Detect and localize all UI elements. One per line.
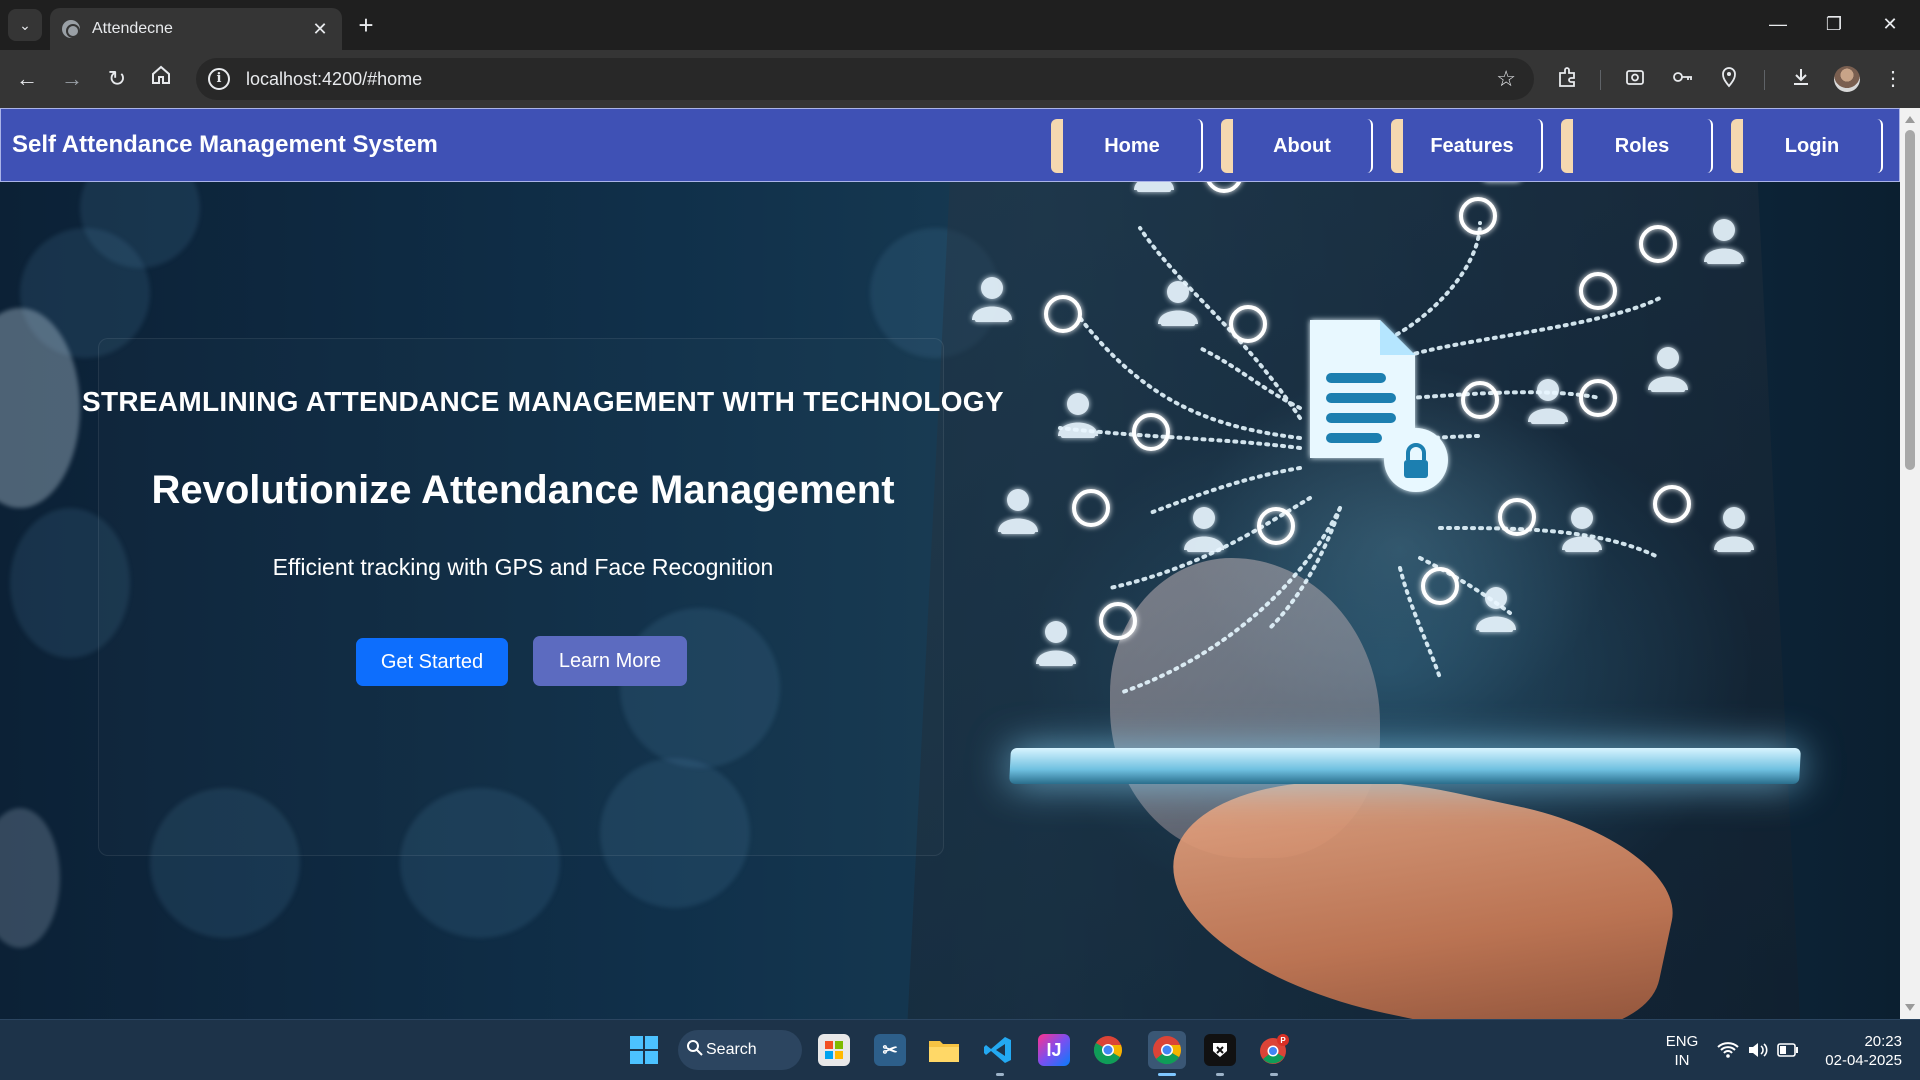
chevron-down-icon: ⌄	[19, 16, 31, 33]
taskbar-search[interactable]: Search	[678, 1030, 802, 1070]
clock-time: 20:23	[1864, 1033, 1902, 1050]
restore-button[interactable]: ❐	[1814, 8, 1854, 40]
scroll-up-arrow-icon[interactable]	[1905, 116, 1915, 123]
tab-close-button[interactable]: ✕	[310, 19, 330, 39]
get-started-button[interactable]: Get Started	[356, 638, 508, 686]
language-indicator[interactable]: ENG IN	[1662, 1032, 1702, 1070]
chrome-icon[interactable]	[1092, 1034, 1124, 1066]
profile-avatar[interactable]	[1834, 66, 1860, 92]
learn-more-button[interactable]: Learn More	[533, 636, 687, 686]
password-key-icon[interactable]	[1670, 66, 1696, 92]
hero-tagline: STREAMLINING ATTENDANCE MANAGEMENT WITH …	[82, 386, 1004, 417]
url-text[interactable]: localhost:4200/#home	[246, 69, 1496, 90]
back-arrow-icon[interactable]: ←	[12, 64, 42, 94]
intellij-icon[interactable]: IJ	[1038, 1034, 1070, 1066]
snipping-tool-icon[interactable]: ✂	[874, 1034, 906, 1066]
hero-subtitle: Efficient tracking with GPS and Face Rec…	[272, 554, 774, 580]
scrollbar-thumb[interactable]	[1905, 130, 1915, 470]
browser-toolbar: ← → ↻ i localhost:4200/#home ☆ ⋮	[0, 50, 1920, 108]
running-indicator	[996, 1073, 1004, 1076]
tab-title: Attendecne	[92, 20, 173, 37]
vscode-icon[interactable]	[982, 1034, 1014, 1066]
chrome-active-icon[interactable]	[1148, 1031, 1186, 1069]
tab-search-button[interactable]: ⌄	[8, 9, 42, 41]
minimize-button[interactable]: —	[1758, 8, 1798, 40]
new-tab-button[interactable]: +	[352, 12, 380, 40]
hero-headline: Revolutionize Attendance Management	[151, 468, 895, 512]
battery-icon[interactable]	[1772, 1034, 1804, 1066]
volume-icon[interactable]	[1742, 1034, 1774, 1066]
windows-taskbar: Search ✂ IJ P ENG IN 20:23 02-04-2025	[0, 1019, 1920, 1080]
running-indicator	[1270, 1073, 1278, 1076]
browser-tab-active[interactable]: Attendecne ✕	[50, 8, 342, 50]
clock[interactable]: 20:23 02-04-2025	[1812, 1032, 1902, 1070]
search-icon	[686, 1039, 704, 1062]
reload-icon[interactable]: ↻	[102, 64, 132, 94]
wifi-icon[interactable]	[1712, 1034, 1744, 1066]
svg-text:P: P	[1280, 1036, 1286, 1045]
window-close-button[interactable]: ✕	[1870, 8, 1910, 40]
location-pin-icon[interactable]	[1716, 66, 1742, 92]
screenshot-icon[interactable]	[1622, 66, 1648, 92]
taskbar-search-label: Search	[706, 1041, 757, 1058]
forward-arrow-icon[interactable]: →	[57, 64, 87, 94]
globe-icon	[62, 20, 80, 38]
bookmark-star-icon[interactable]: ☆	[1496, 66, 1516, 92]
extensions-icon[interactable]	[1554, 66, 1580, 92]
address-bar[interactable]: i localhost:4200/#home ☆	[196, 58, 1534, 100]
windows-start-icon[interactable]	[628, 1034, 660, 1066]
microsoft-store-icon[interactable]	[818, 1034, 850, 1066]
nav-home-link[interactable]: Home	[1051, 119, 1203, 173]
nav-roles-link[interactable]: Roles	[1561, 119, 1713, 173]
clock-date: 02-04-2025	[1825, 1052, 1902, 1069]
document-icon	[1310, 320, 1448, 492]
page-scrollbar[interactable]	[1900, 108, 1920, 1019]
region-code: IN	[1674, 1052, 1690, 1069]
download-icon[interactable]	[1788, 66, 1814, 92]
app-dark-icon[interactable]	[1204, 1034, 1236, 1066]
active-indicator	[1158, 1073, 1176, 1076]
menu-kebab-icon[interactable]: ⋮	[1880, 66, 1906, 92]
page-viewport: Self Attendance Management System Home A…	[0, 108, 1900, 1019]
file-explorer-icon[interactable]	[928, 1034, 960, 1066]
toolbar-divider	[1600, 70, 1601, 90]
site-info-icon[interactable]: i	[208, 68, 230, 90]
nav-about-link[interactable]: About	[1221, 119, 1373, 173]
nav-features-link[interactable]: Features	[1391, 119, 1543, 173]
toolbar-divider	[1764, 70, 1765, 90]
site-brand[interactable]: Self Attendance Management System	[12, 131, 438, 159]
language-code: ENG	[1665, 1033, 1699, 1050]
scroll-down-arrow-icon[interactable]	[1905, 1004, 1915, 1011]
nav-login-link[interactable]: Login	[1731, 119, 1883, 173]
running-indicator	[1216, 1073, 1224, 1076]
home-icon[interactable]	[146, 64, 176, 94]
site-navbar: Self Attendance Management System Home A…	[0, 108, 1900, 182]
browser-tab-strip: ⌄ Attendecne ✕ + — ❐ ✕	[0, 0, 1920, 50]
chrome-profile-icon[interactable]: P	[1258, 1034, 1290, 1066]
